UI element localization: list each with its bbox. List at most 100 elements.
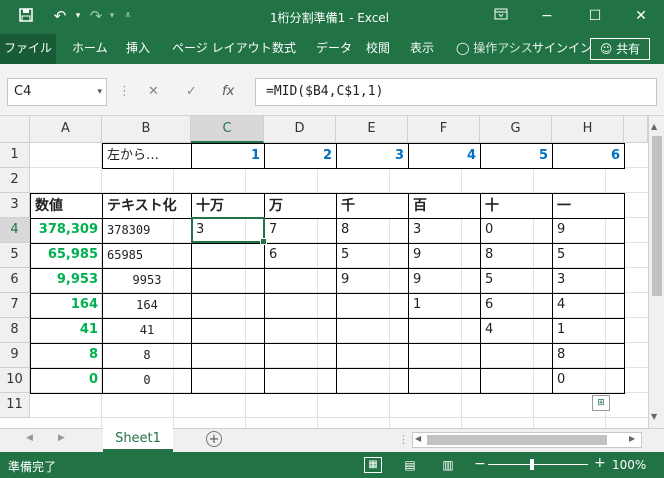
add-sheet-icon[interactable]: + bbox=[206, 431, 222, 447]
row-header-11[interactable]: 11 bbox=[0, 393, 30, 418]
minimize-button[interactable]: − bbox=[532, 4, 562, 28]
scroll-up-icon[interactable]: ▲ bbox=[651, 122, 657, 131]
share-button[interactable]: ☺ 共有 bbox=[590, 38, 650, 60]
zoom-slider-thumb[interactable] bbox=[530, 459, 534, 470]
cell-h3[interactable]: 一 bbox=[552, 193, 625, 219]
cell-b3[interactable]: テキスト化 bbox=[102, 193, 192, 219]
cell-h7[interactable]: 4 bbox=[553, 293, 624, 318]
tab-formulas[interactable]: 数式 bbox=[266, 34, 302, 64]
tab-data[interactable]: データ bbox=[310, 34, 358, 64]
customize-quick-access-icon[interactable]: ⩡ bbox=[120, 8, 136, 24]
cell-d3[interactable]: 万 bbox=[264, 193, 337, 219]
row-header-5[interactable]: 5 bbox=[0, 243, 30, 268]
row-header-3[interactable]: 3 bbox=[0, 193, 30, 218]
page-layout-view-icon[interactable]: ▤ bbox=[402, 457, 418, 473]
cell-g3[interactable]: 十 bbox=[480, 193, 553, 219]
sheet-tab-sheet1[interactable]: Sheet1 bbox=[103, 428, 173, 452]
vertical-scrollbar[interactable]: ▲ ▼ bbox=[648, 116, 664, 428]
cancel-button[interactable]: ✕ bbox=[148, 84, 159, 99]
column-header-d[interactable]: D bbox=[264, 116, 336, 143]
cell-a9[interactable]: 8 bbox=[30, 343, 102, 368]
column-header-h[interactable]: H bbox=[552, 116, 624, 143]
cell-a8[interactable]: 41 bbox=[30, 318, 102, 343]
zoom-slider-track[interactable] bbox=[488, 464, 588, 465]
zoom-level[interactable]: 100% bbox=[612, 458, 646, 472]
cell-b6[interactable]: 9953 bbox=[103, 268, 191, 293]
tab-review[interactable]: 校閲 bbox=[360, 34, 396, 64]
tab-view[interactable]: 表示 bbox=[404, 34, 440, 64]
maximize-button[interactable]: ☐ bbox=[580, 4, 610, 28]
cell-a10[interactable]: 0 bbox=[30, 368, 102, 393]
prev-sheet-icon[interactable]: ◀ bbox=[26, 433, 33, 443]
cell-c1[interactable]: 1 bbox=[191, 143, 265, 169]
column-header-e[interactable]: E bbox=[336, 116, 408, 143]
cell-b8[interactable]: 41 bbox=[103, 318, 191, 343]
cell-f5[interactable]: 9 bbox=[409, 243, 480, 268]
vertical-scroll-thumb[interactable] bbox=[652, 136, 662, 296]
tab-page-layout[interactable]: ページ レイアウト bbox=[166, 34, 278, 64]
cell-a3[interactable]: 数値 bbox=[30, 193, 103, 219]
cell-a5[interactable]: 65,985 bbox=[30, 243, 102, 268]
cell-b10[interactable]: 0 bbox=[103, 368, 191, 393]
tab-file[interactable]: ファイル bbox=[0, 34, 56, 64]
cell-a7[interactable]: 164 bbox=[30, 293, 102, 318]
cell-h9[interactable]: 8 bbox=[553, 343, 624, 368]
cell-g8[interactable]: 4 bbox=[481, 318, 552, 343]
cell-e3[interactable]: 千 bbox=[336, 193, 409, 219]
cell-e4[interactable]: 8 bbox=[337, 218, 408, 243]
column-header-c[interactable]: C bbox=[191, 116, 264, 143]
tab-home[interactable]: ホーム bbox=[66, 34, 114, 64]
cell-b1[interactable]: 左から… bbox=[102, 143, 192, 169]
worksheet-grid[interactable]: A B C D E F G H ▲ ▼ 1 2 3 4 5 6 7 8 9 10… bbox=[0, 116, 664, 428]
cell-d4[interactable]: 7 bbox=[265, 218, 336, 243]
cell-e1[interactable]: 3 bbox=[336, 143, 409, 169]
undo-icon[interactable]: ↶ bbox=[52, 8, 68, 24]
scroll-right-icon[interactable]: ▶ bbox=[629, 434, 635, 443]
row-header-4[interactable]: 4 bbox=[0, 218, 30, 243]
cell-h1[interactable]: 6 bbox=[552, 143, 625, 169]
cell-b7[interactable]: 164 bbox=[103, 293, 191, 318]
quick-analysis-icon[interactable]: ⊞ bbox=[592, 395, 610, 411]
cell-f4[interactable]: 3 bbox=[409, 218, 480, 243]
cell-f6[interactable]: 9 bbox=[409, 268, 480, 293]
chevron-down-icon[interactable]: ▾ bbox=[97, 79, 102, 105]
cell-b4[interactable]: 378309 bbox=[103, 218, 191, 243]
column-header-a[interactable]: A bbox=[30, 116, 102, 143]
horizontal-scrollbar[interactable]: ◀ ▶ bbox=[412, 432, 642, 448]
cell-f1[interactable]: 4 bbox=[408, 143, 481, 169]
column-header-f[interactable]: F bbox=[408, 116, 480, 143]
save-icon[interactable] bbox=[18, 8, 34, 24]
page-break-view-icon[interactable]: ▥ bbox=[440, 457, 456, 473]
cell-e5[interactable]: 5 bbox=[337, 243, 408, 268]
select-all-corner[interactable] bbox=[0, 116, 30, 143]
ribbon-display-icon[interactable] bbox=[486, 4, 516, 28]
cell-h5[interactable]: 5 bbox=[553, 243, 624, 268]
scroll-down-icon[interactable]: ▼ bbox=[651, 412, 657, 421]
horizontal-scroll-thumb[interactable] bbox=[427, 435, 607, 445]
cell-h10[interactable]: 0 bbox=[553, 368, 624, 393]
cell-d1[interactable]: 2 bbox=[264, 143, 337, 169]
cell-g1[interactable]: 5 bbox=[480, 143, 553, 169]
cell-f7[interactable]: 1 bbox=[409, 293, 480, 318]
cell-e6[interactable]: 9 bbox=[337, 268, 408, 293]
normal-view-icon[interactable]: ▦ bbox=[364, 457, 382, 473]
cell-b5[interactable]: 65985 bbox=[103, 243, 191, 268]
tab-insert[interactable]: 挿入 bbox=[120, 34, 156, 64]
column-header-g[interactable]: G bbox=[480, 116, 552, 143]
cell-a6[interactable]: 9,953 bbox=[30, 268, 102, 293]
row-header-10[interactable]: 10 bbox=[0, 368, 30, 393]
signin-link[interactable]: サインイン bbox=[526, 34, 598, 64]
enter-button[interactable]: ✓ bbox=[186, 84, 197, 99]
row-header-6[interactable]: 6 bbox=[0, 268, 30, 293]
next-sheet-icon[interactable]: ▶ bbox=[58, 433, 65, 443]
formula-input[interactable]: =MID($B4,C$1,1) bbox=[255, 78, 657, 106]
row-header-1[interactable]: 1 bbox=[0, 143, 30, 168]
cell-g6[interactable]: 5 bbox=[481, 268, 552, 293]
chevron-down-icon[interactable]: ▾ bbox=[104, 8, 120, 24]
row-header-7[interactable]: 7 bbox=[0, 293, 30, 318]
cell-d5[interactable]: 6 bbox=[265, 243, 336, 268]
cell-a4[interactable]: 378,309 bbox=[30, 218, 102, 243]
chevron-down-icon[interactable]: ▾ bbox=[70, 8, 86, 24]
column-header-b[interactable]: B bbox=[102, 116, 191, 143]
name-box[interactable]: C4 ▾ bbox=[7, 78, 107, 106]
